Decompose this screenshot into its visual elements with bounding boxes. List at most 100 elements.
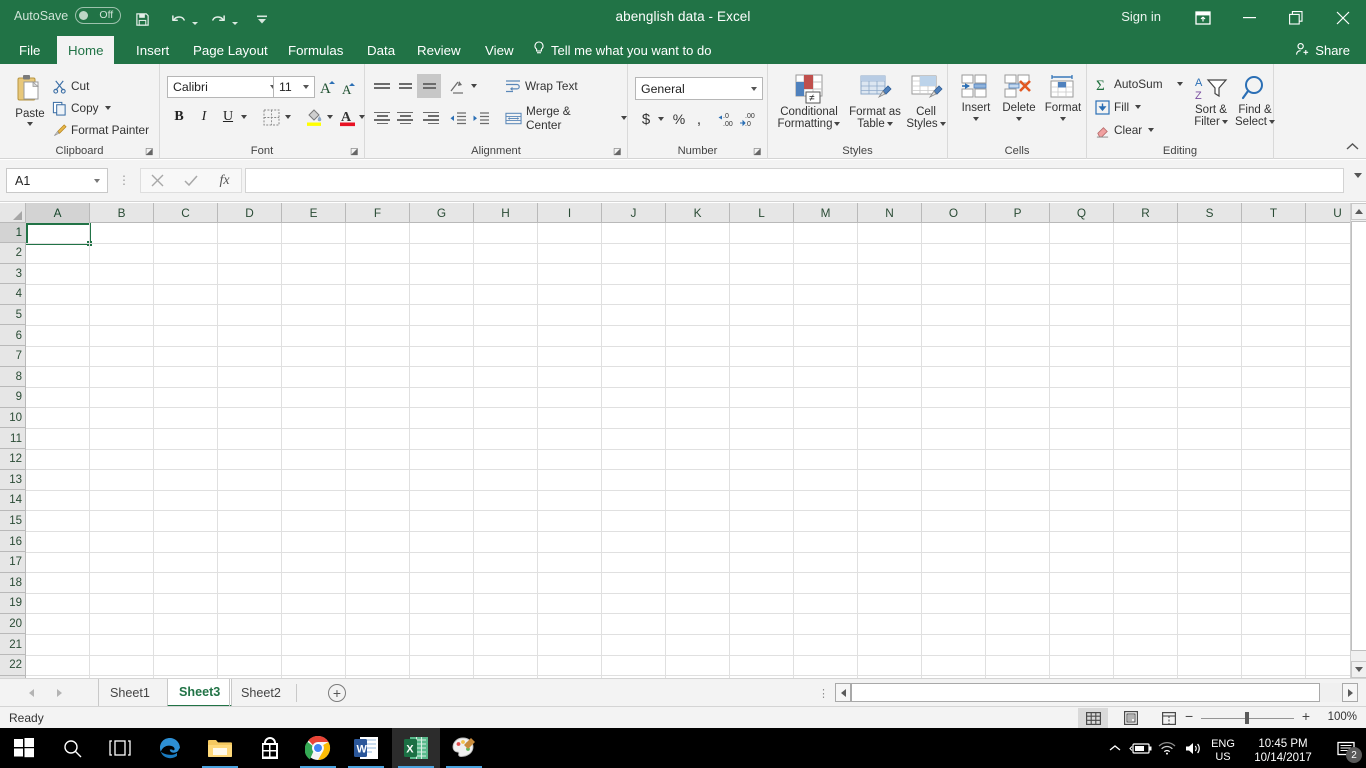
tab-file[interactable]: File (8, 36, 51, 64)
decrease-font-size-button[interactable]: A (340, 78, 360, 98)
formula-input[interactable] (245, 168, 1344, 193)
cell-styles-dropdown-icon[interactable] (939, 122, 946, 126)
format-as-table-dropdown-icon[interactable] (886, 122, 893, 126)
column-header-T[interactable]: T (1242, 203, 1306, 223)
format-cells-button[interactable]: Format (1041, 74, 1085, 121)
battery-icon[interactable] (1128, 728, 1154, 768)
zoom-slider[interactable]: − + (1185, 708, 1310, 726)
close-icon[interactable] (1320, 0, 1366, 36)
column-header-M[interactable]: M (794, 203, 858, 223)
percent-format-button[interactable]: % (670, 109, 688, 129)
row-header-1[interactable]: 1 (0, 223, 26, 243)
column-header-S[interactable]: S (1178, 203, 1242, 223)
number-format-select[interactable]: General (635, 77, 763, 100)
row-header-7[interactable]: 7 (0, 347, 26, 367)
format-cells-dropdown-icon[interactable] (1060, 117, 1066, 121)
format-as-table-button[interactable]: Format as Table (846, 74, 904, 130)
row-header-14[interactable]: 14 (0, 491, 26, 511)
sort-filter-dropdown-icon[interactable] (1221, 120, 1228, 124)
collapse-ribbon-icon[interactable] (1346, 140, 1359, 154)
number-dialog-launcher[interactable]: ◪ (753, 146, 763, 156)
confirm-icon[interactable] (174, 168, 208, 193)
new-sheet-button[interactable]: + (328, 684, 346, 702)
cell-area[interactable] (26, 223, 1350, 678)
sign-in-button[interactable]: Sign in (1121, 9, 1161, 24)
share-button[interactable]: Share (1287, 36, 1358, 64)
middle-align-button[interactable] (394, 76, 416, 96)
start-button[interactable] (0, 728, 48, 768)
conditional-formatting-button[interactable]: ≠ Conditional Formatting (772, 74, 846, 130)
scroll-down-icon[interactable] (1351, 661, 1366, 678)
column-header-D[interactable]: D (218, 203, 282, 223)
increase-font-size-button[interactable]: A (319, 77, 339, 97)
font-size-dropdown-icon[interactable] (303, 85, 309, 89)
row-header-8[interactable]: 8 (0, 367, 26, 388)
sheet-tab-sheet1[interactable]: Sheet1 (98, 679, 161, 707)
orientation-dropdown-icon[interactable] (468, 81, 478, 91)
scroll-right-icon[interactable] (1342, 683, 1358, 702)
row-header-18[interactable]: 18 (0, 573, 26, 594)
row-header-6[interactable]: 6 (0, 326, 26, 346)
zoom-in-button[interactable]: + (1302, 708, 1310, 724)
fill-color-dropdown-icon[interactable] (324, 112, 334, 122)
tell-me-search[interactable]: Tell me what you want to do (533, 36, 711, 64)
column-header-H[interactable]: H (474, 203, 538, 223)
search-icon[interactable] (48, 728, 96, 768)
row-header-4[interactable]: 4 (0, 285, 26, 305)
column-header-E[interactable]: E (282, 203, 346, 223)
excel-icon[interactable]: X (392, 728, 440, 768)
merge-center-button[interactable]: Merge & Center (505, 104, 627, 132)
task-view-icon[interactable] (96, 728, 144, 768)
row-header-12[interactable]: 12 (0, 450, 26, 470)
currency-format-button[interactable]: $ (637, 109, 655, 129)
row-header-15[interactable]: 15 (0, 511, 26, 532)
find-select-button[interactable]: Find & Select (1232, 74, 1278, 128)
chrome-icon[interactable] (294, 728, 342, 768)
top-align-button[interactable] (371, 76, 393, 96)
paste-dropdown-icon[interactable] (27, 122, 33, 126)
name-box[interactable]: A1 (6, 168, 108, 193)
column-header-R[interactable]: R (1114, 203, 1178, 223)
delete-cells-dropdown-icon[interactable] (1016, 117, 1022, 121)
horizontal-scrollbar[interactable] (835, 683, 1358, 702)
number-format-dropdown-icon[interactable] (751, 86, 757, 91)
active-cell[interactable] (26, 223, 92, 246)
zoom-thumb[interactable] (1245, 712, 1249, 724)
insert-cells-button[interactable]: Insert (955, 74, 997, 121)
copy-button[interactable]: Copy (52, 98, 111, 118)
column-header-I[interactable]: I (538, 203, 602, 223)
align-right-button[interactable] (417, 108, 439, 128)
edge-icon[interactable] (146, 728, 194, 768)
copy-dropdown-icon[interactable] (104, 106, 111, 110)
row-header-17[interactable]: 17 (0, 553, 26, 573)
delete-cells-button[interactable]: Delete (997, 74, 1041, 121)
column-header-K[interactable]: K (666, 203, 730, 223)
orientation-button[interactable] (448, 76, 468, 96)
italic-button[interactable]: I (194, 106, 214, 128)
cancel-icon[interactable] (140, 168, 174, 193)
scroll-left-icon[interactable] (835, 683, 851, 702)
row-header-9[interactable]: 9 (0, 388, 26, 408)
tab-view[interactable]: View (474, 36, 525, 64)
align-center-button[interactable] (394, 108, 416, 128)
horizontal-split-handle[interactable]: ⋮ (818, 687, 830, 700)
next-sheet-icon[interactable] (46, 679, 72, 707)
autosum-dropdown-icon[interactable] (1176, 82, 1183, 86)
row-header-2[interactable]: 2 (0, 244, 26, 264)
row-header-16[interactable]: 16 (0, 532, 26, 552)
font-dialog-launcher[interactable]: ◪ (350, 146, 360, 156)
tab-data[interactable]: Data (356, 36, 406, 64)
tab-page-layout[interactable]: Page Layout (182, 36, 279, 64)
increase-indent-button[interactable] (470, 108, 492, 128)
font-color-button[interactable]: A (337, 106, 357, 128)
paste-button[interactable]: Paste (8, 72, 52, 126)
wifi-icon[interactable] (1154, 728, 1180, 768)
ribbon-display-options-icon[interactable] (1180, 0, 1226, 36)
page-layout-view-icon[interactable] (1116, 708, 1146, 728)
tab-home[interactable]: Home (57, 36, 115, 64)
notification-center-icon[interactable]: 2 (1326, 728, 1366, 768)
column-header-N[interactable]: N (858, 203, 922, 223)
column-header-P[interactable]: P (986, 203, 1050, 223)
decrease-decimal-button[interactable]: .00.0 (738, 109, 762, 129)
clear-dropdown-icon[interactable] (1148, 128, 1155, 132)
